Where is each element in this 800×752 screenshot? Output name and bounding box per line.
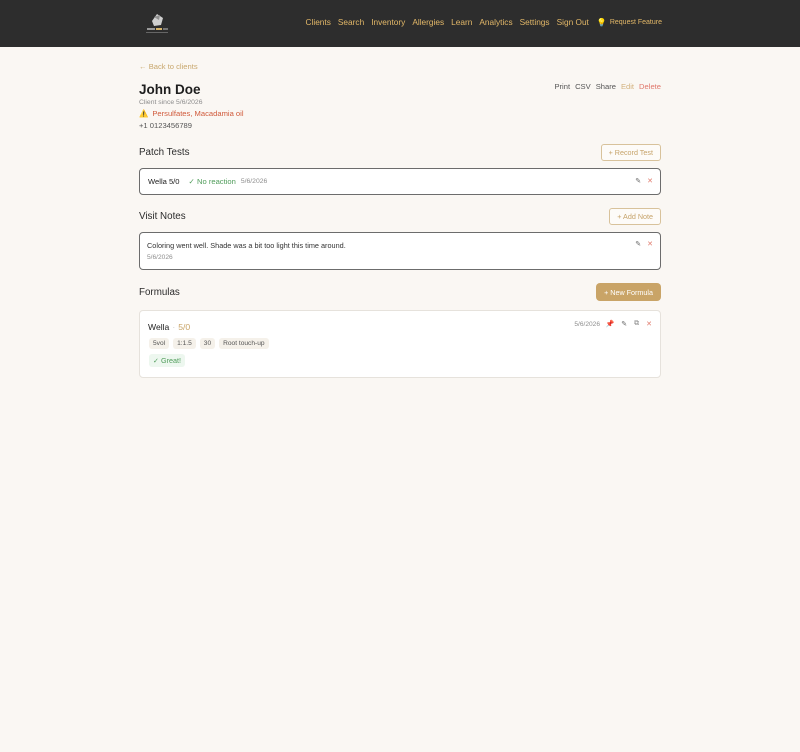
formula-tag-ratio: 1:1.5 <box>173 338 196 349</box>
allergy-list: Persulfates, Macadamia oil <box>152 109 244 118</box>
visit-notes-title: Visit Notes <box>139 211 186 222</box>
new-formula-button[interactable]: + New Formula <box>596 283 661 301</box>
client-since: Client since 5/6/2026 <box>139 99 203 106</box>
delete-button[interactable]: Delete <box>639 82 661 91</box>
formula-tag-developer: 5vol <box>149 338 170 349</box>
formula-tag-time: 30 <box>199 338 216 349</box>
formula-brand: Wella <box>148 322 170 332</box>
pin-icon[interactable]: 📌 <box>606 320 615 328</box>
client-actions: Print CSV Share Edit Delete <box>554 82 661 91</box>
visit-note-card: Coloring went well. Shade was a bit too … <box>139 232 661 270</box>
edit-pencil-icon[interactable]: ✎ <box>621 320 627 328</box>
formula-title: Wella · 5/0 <box>148 322 190 332</box>
patch-test-date: 5/6/2026 <box>240 178 268 185</box>
patch-test-result: ✓ No reaction <box>188 177 236 186</box>
formula-tag-service: Root touch-up <box>219 338 269 349</box>
formula-date: 5/6/2026 <box>574 321 600 328</box>
request-feature-label: Request Feature <box>609 18 662 26</box>
patch-tests-title: Patch Tests <box>139 147 190 158</box>
logo-icon[interactable] <box>143 9 171 35</box>
request-feature-button[interactable]: 💡 Request Feature <box>597 18 662 27</box>
add-note-button[interactable]: + Add Note <box>609 208 661 225</box>
record-test-button[interactable]: + Record Test <box>600 144 661 161</box>
patch-test-row: Wella 5/0 ✓ No reaction 5/6/2026 ✎ ✕ <box>139 168 661 195</box>
client-name: John Doe <box>139 82 201 97</box>
visit-note-date: 5/6/2026 <box>147 254 173 261</box>
nav-clients[interactable]: Clients <box>306 17 331 27</box>
edit-pencil-icon[interactable]: ✎ <box>635 177 641 185</box>
patch-test-name: Wella 5/0 <box>148 177 180 186</box>
formula-tags: 5vol 1:1.5 30 Root touch-up <box>149 338 269 349</box>
nav-inventory[interactable]: Inventory <box>371 17 405 27</box>
nav-sign-out[interactable]: Sign Out <box>557 17 589 27</box>
client-phone: +1 0123456789 <box>139 121 193 130</box>
warning-icon: ⚠️ <box>139 109 149 118</box>
visit-note-text: Coloring went well. Shade was a bit too … <box>147 241 346 250</box>
nav-search[interactable]: Search <box>338 17 364 27</box>
nav-allergies[interactable]: Allergies <box>412 17 444 27</box>
print-button[interactable]: Print <box>554 82 570 91</box>
top-navigation-bar: Clients Search Inventory Allergies Learn… <box>0 0 800 47</box>
lightbulb-icon: 💡 <box>596 17 607 27</box>
share-button[interactable]: Share <box>596 82 616 91</box>
formula-rating-badge: ✓ Great! <box>149 354 185 367</box>
close-icon[interactable]: ✕ <box>647 240 653 248</box>
back-to-clients-link[interactable]: ← Back to clients <box>139 62 198 71</box>
csv-button[interactable]: CSV <box>575 82 591 91</box>
formula-shade: 5/0 <box>178 322 191 332</box>
edit-pencil-icon[interactable]: ✎ <box>635 240 641 248</box>
close-icon[interactable]: ✕ <box>647 177 653 185</box>
allergy-warning: ⚠️ Persulfates, Macadamia oil <box>139 109 244 118</box>
close-icon[interactable]: ✕ <box>646 320 652 328</box>
main-nav: Clients Search Inventory Allergies Learn… <box>306 17 662 27</box>
edit-button[interactable]: Edit <box>621 82 634 91</box>
nav-learn[interactable]: Learn <box>451 17 472 27</box>
formula-card[interactable]: Wella · 5/0 5/6/2026 📌 ✎ ⧉ ✕ 5vol 1:1.5 30… <box>139 310 661 378</box>
nav-analytics[interactable]: Analytics <box>479 17 512 27</box>
copy-icon[interactable]: ⧉ <box>634 320 639 328</box>
formula-separator: · <box>172 322 176 332</box>
formulas-title: Formulas <box>139 287 180 298</box>
nav-settings[interactable]: Settings <box>520 17 550 27</box>
